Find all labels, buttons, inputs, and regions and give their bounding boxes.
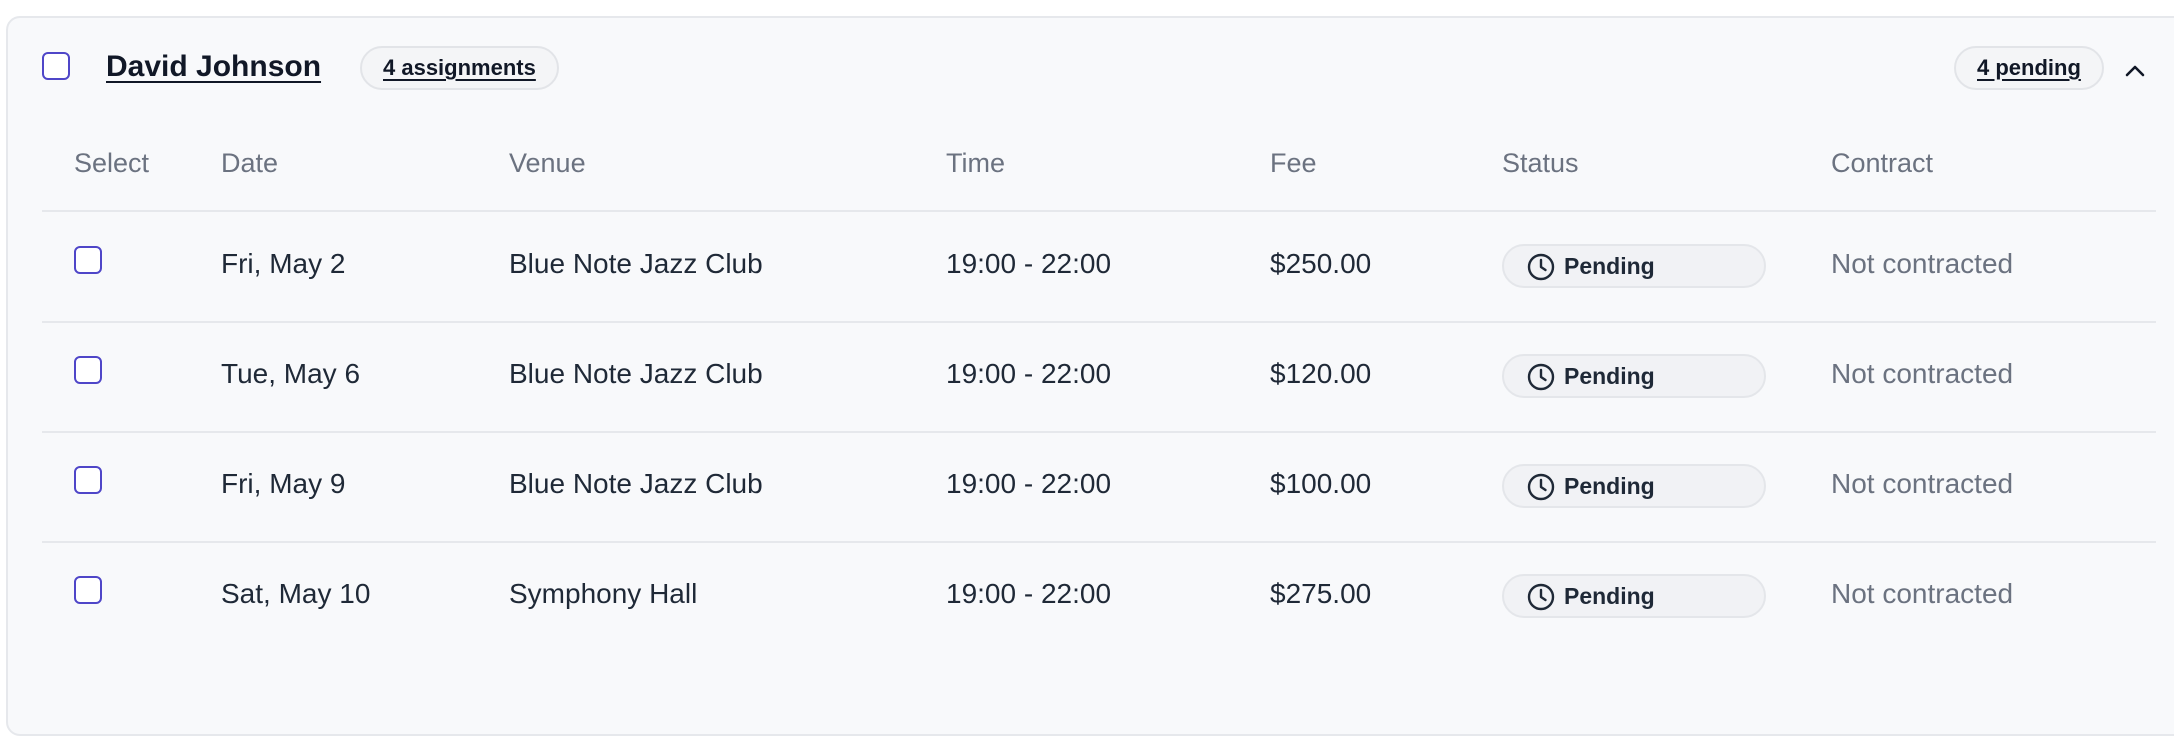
cell-date: Sat, May 10 bbox=[221, 578, 371, 609]
status-badge: Pending bbox=[1502, 354, 1766, 398]
row-checkbox[interactable] bbox=[74, 576, 102, 604]
status-label: Pending bbox=[1564, 253, 1655, 279]
cell-contract: Not contracted bbox=[1831, 468, 2014, 499]
status-label: Pending bbox=[1564, 473, 1655, 499]
select-all-checkbox[interactable] bbox=[42, 52, 70, 80]
clock-icon bbox=[1527, 473, 1555, 501]
person-name-link[interactable]: David Johnson bbox=[106, 50, 321, 84]
status-label: Pending bbox=[1564, 363, 1655, 389]
cell-venue: Blue Note Jazz Club bbox=[509, 468, 763, 499]
column-header-status: Status bbox=[1502, 148, 1579, 178]
assignments-count-badge[interactable]: 4 assignments bbox=[360, 46, 559, 90]
column-header-fee: Fee bbox=[1270, 148, 1317, 178]
cell-time: 19:00 - 22:00 bbox=[946, 578, 1112, 609]
status-badge: Pending bbox=[1502, 464, 1766, 508]
cell-time: 19:00 - 22:00 bbox=[946, 468, 1112, 499]
group-header: David Johnson 4 assignments 4 pending bbox=[8, 18, 2174, 118]
column-header-venue: Venue bbox=[509, 148, 586, 178]
cell-time: 19:00 - 22:00 bbox=[946, 358, 1112, 389]
cell-date: Fri, May 2 bbox=[221, 248, 346, 279]
cell-fee: $250.00 bbox=[1270, 248, 1372, 279]
clock-icon bbox=[1527, 363, 1555, 391]
table-row: Fri, May 9 Blue Note Jazz Club 19:00 - 2… bbox=[8, 432, 2174, 542]
clock-icon bbox=[1527, 253, 1555, 281]
table-row: Tue, May 6 Blue Note Jazz Club 19:00 - 2… bbox=[8, 322, 2174, 432]
status-badge: Pending bbox=[1502, 244, 1766, 288]
pending-count-badge[interactable]: 4 pending bbox=[1954, 46, 2104, 90]
cell-fee: $275.00 bbox=[1270, 578, 1372, 609]
column-header-time: Time bbox=[946, 148, 1005, 178]
table-row: Fri, May 2 Blue Note Jazz Club 19:00 - 2… bbox=[8, 212, 2174, 322]
cell-contract: Not contracted bbox=[1831, 248, 2014, 279]
row-checkbox[interactable] bbox=[74, 466, 102, 494]
row-checkbox[interactable] bbox=[74, 246, 102, 274]
column-header-contract: Contract bbox=[1831, 148, 1934, 178]
assignment-group-card: David Johnson 4 assignments 4 pending Se… bbox=[6, 16, 2174, 736]
clock-icon bbox=[1527, 583, 1555, 611]
cell-fee: $120.00 bbox=[1270, 358, 1372, 389]
cell-contract: Not contracted bbox=[1831, 578, 2014, 609]
column-header-date: Date bbox=[221, 148, 279, 178]
status-badge: Pending bbox=[1502, 574, 1766, 618]
cell-contract: Not contracted bbox=[1831, 358, 2014, 389]
chevron-up-icon[interactable] bbox=[2124, 60, 2146, 82]
status-label: Pending bbox=[1564, 583, 1655, 609]
column-header-select: Select bbox=[74, 148, 150, 178]
row-checkbox[interactable] bbox=[74, 356, 102, 384]
cell-time: 19:00 - 22:00 bbox=[946, 248, 1112, 279]
table-row: Sat, May 10 Symphony Hall 19:00 - 22:00 … bbox=[8, 542, 2174, 652]
cell-venue: Blue Note Jazz Club bbox=[509, 358, 763, 389]
cell-venue: Symphony Hall bbox=[509, 578, 698, 609]
cell-date: Tue, May 6 bbox=[221, 358, 361, 389]
cell-fee: $100.00 bbox=[1270, 468, 1372, 499]
cell-date: Fri, May 9 bbox=[221, 468, 346, 499]
cell-venue: Blue Note Jazz Club bbox=[509, 248, 763, 279]
